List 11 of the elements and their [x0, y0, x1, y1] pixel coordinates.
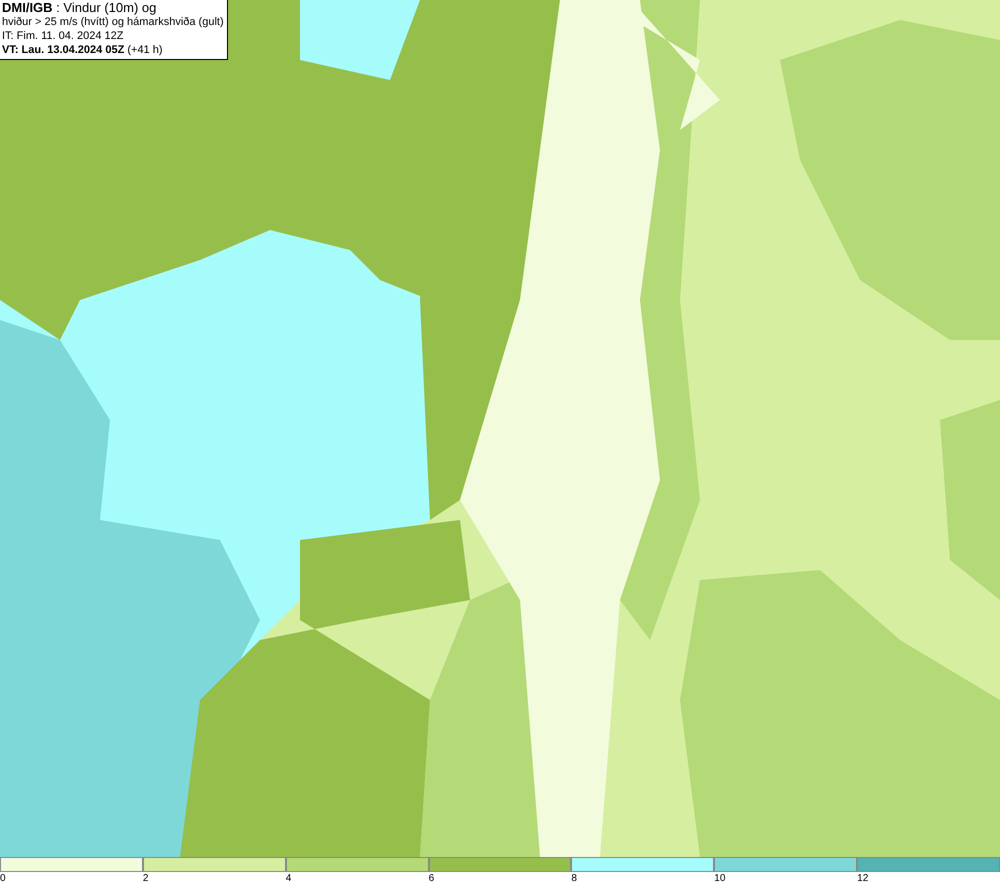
legend-label: 12 — [857, 872, 868, 886]
title-line: VT: Lau. 13.04.2024 05Z (+41 h) — [2, 43, 164, 57]
title-line: IT: Fim. 11. 04. 2024 12Z — [2, 29, 124, 43]
legend-label: 8 — [571, 872, 577, 886]
legend-label: 2 — [142, 872, 148, 886]
legend-label: 0 — [0, 872, 6, 886]
title-line: hviður > 25 m/s (hvítt) og hámarkshviða (gult) — [2, 15, 224, 29]
legend-label: 6 — [428, 872, 434, 886]
legend-label: 4 — [286, 872, 292, 886]
title-line: DMI/IGB : Vindur (10m) og — [2, 1, 158, 15]
legend-label: 10 — [714, 872, 726, 886]
